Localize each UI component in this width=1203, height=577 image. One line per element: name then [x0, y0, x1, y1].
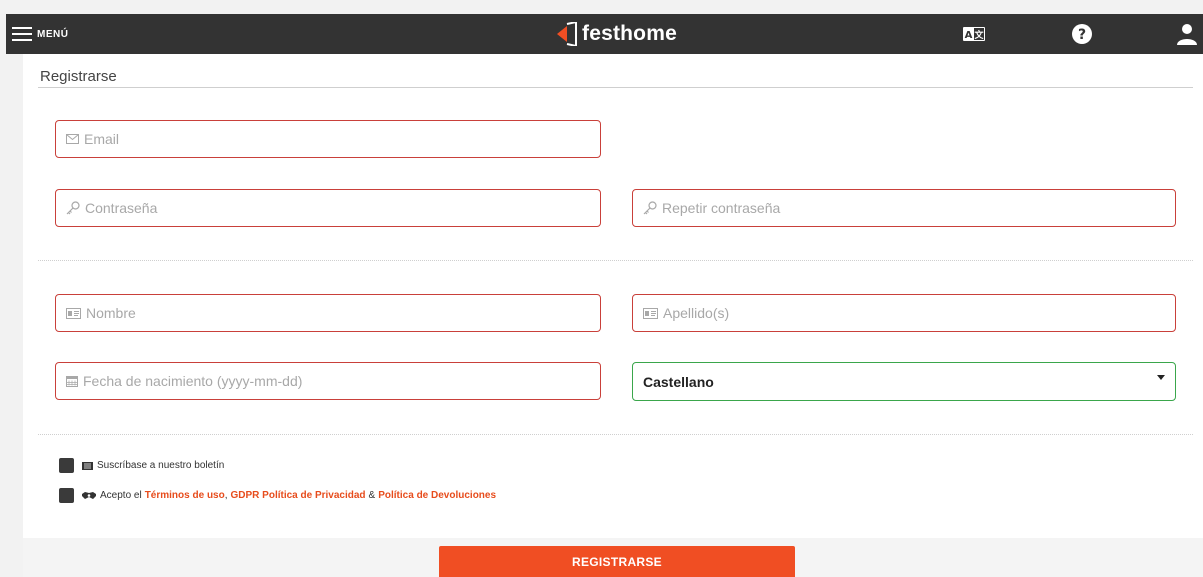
title-divider — [38, 87, 1193, 88]
hamburger-icon — [12, 27, 32, 41]
id-card-icon — [66, 307, 81, 319]
help-button[interactable]: ? — [1072, 14, 1092, 54]
caret-down-icon — [1157, 375, 1165, 380]
last-name-field[interactable]: Apellido(s) — [632, 294, 1176, 332]
email-field[interactable]: Email — [55, 120, 601, 158]
language-button[interactable]: A 文 — [963, 14, 985, 54]
first-name-field[interactable]: Nombre — [55, 294, 601, 332]
envelope-icon — [66, 134, 79, 144]
registration-card: Registrarse Email Contraseña Repetir con… — [23, 54, 1203, 577]
menu-button[interactable]: MENÚ — [12, 14, 68, 54]
terms-checkbox[interactable] — [59, 488, 74, 503]
id-card-icon — [643, 307, 658, 319]
key-icon — [66, 201, 80, 215]
section-divider — [38, 260, 1193, 261]
calendar-icon — [66, 376, 78, 387]
last-name-placeholder: Apellido(s) — [663, 305, 730, 321]
register-button[interactable]: REGISTRARSE — [439, 546, 795, 577]
language-select[interactable]: Castellano — [632, 362, 1176, 401]
svg-text:?: ? — [1078, 27, 1086, 43]
app: MENÚ festhome A 文 ? Registrarse Email Co… — [0, 0, 1203, 577]
terms-prefix: Acepto el — [100, 490, 142, 501]
birthdate-placeholder: Fecha de nacimiento (yyyy-mm-dd) — [83, 373, 303, 389]
newsletter-checkbox[interactable] — [59, 458, 74, 473]
section-divider — [38, 434, 1193, 435]
terms-of-use-link[interactable]: Términos de uso — [145, 490, 225, 501]
newsletter-label: Suscríbase a nuestro boletín — [97, 460, 225, 471]
handshake-icon — [82, 492, 96, 499]
newspaper-icon — [82, 461, 93, 470]
user-button[interactable] — [1176, 14, 1198, 54]
repeat-password-field[interactable]: Repetir contraseña — [632, 189, 1176, 227]
first-name-placeholder: Nombre — [86, 305, 136, 321]
email-placeholder: Email — [84, 131, 120, 147]
privacy-policy-link[interactable]: GDPR Política de Privacidad — [231, 490, 366, 501]
repeat-password-placeholder: Repetir contraseña — [662, 200, 781, 216]
help-icon: ? — [1072, 24, 1092, 44]
key-icon — [643, 201, 657, 215]
svg-text:A: A — [965, 30, 973, 41]
terms-ampersand: & — [368, 490, 376, 501]
language-select-value: Castellano — [643, 373, 714, 390]
top-navigation-bar: MENÚ festhome A 文 ? — [6, 14, 1203, 54]
language-icon: A 文 — [963, 27, 985, 41]
svg-text:文: 文 — [973, 29, 984, 41]
terms-separator: , — [224, 490, 228, 501]
returns-policy-link[interactable]: Política de Devoluciones — [378, 490, 496, 501]
birthdate-field[interactable]: Fecha de nacimiento (yyyy-mm-dd) — [55, 362, 601, 400]
page-title: Registrarse — [40, 68, 117, 85]
festhome-logo-icon — [557, 22, 577, 46]
logo-text: festhome — [582, 22, 677, 45]
password-placeholder: Contraseña — [85, 200, 158, 216]
newsletter-row: Suscríbase a nuestro boletín — [59, 458, 224, 473]
password-field[interactable]: Contraseña — [55, 189, 601, 227]
menu-label: MENÚ — [37, 28, 69, 40]
terms-row: Acepto el Términos de uso , GDPR Polític… — [59, 488, 496, 503]
festhome-logo[interactable]: festhome — [554, 14, 677, 54]
user-icon — [1177, 24, 1197, 45]
